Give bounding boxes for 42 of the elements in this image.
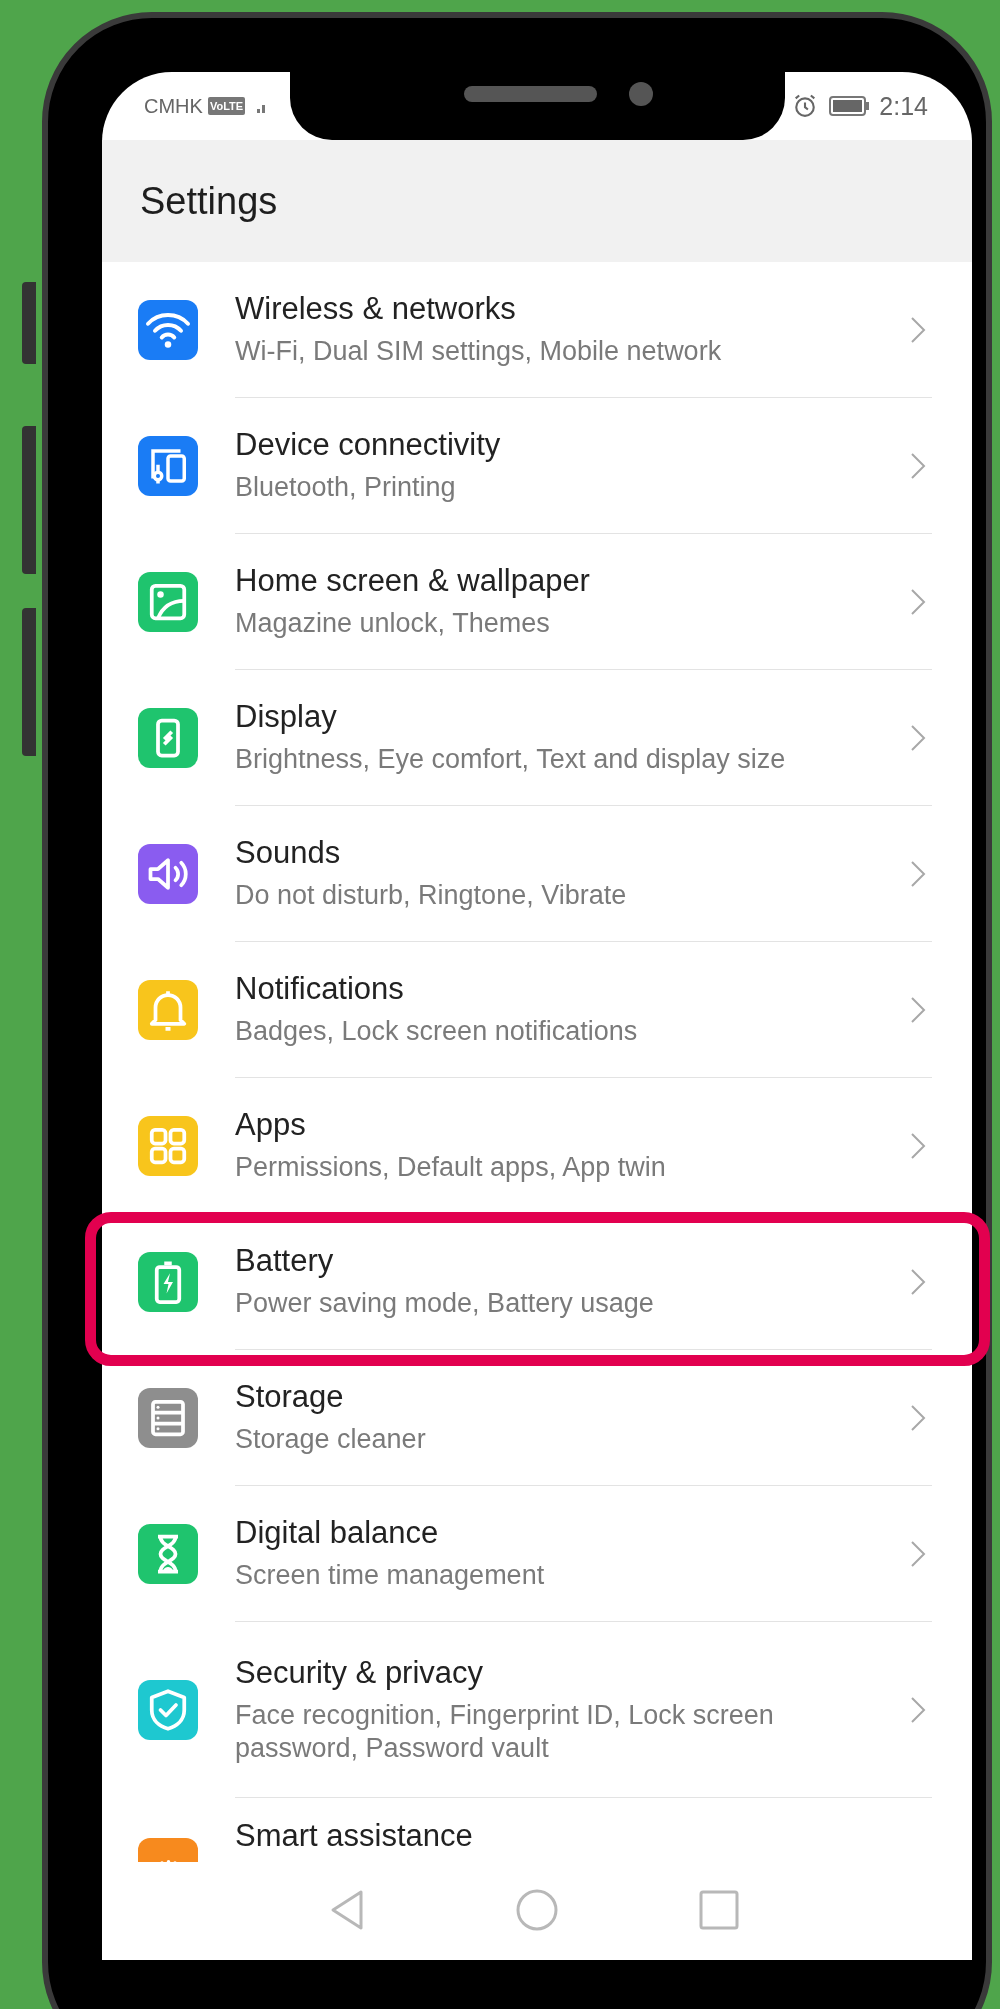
battery-icon bbox=[829, 95, 872, 117]
item-title: Display bbox=[235, 699, 338, 736]
item-title: Notifications bbox=[235, 971, 405, 1008]
item-title: Digital balance bbox=[235, 1515, 440, 1552]
chevron-icon bbox=[910, 860, 926, 888]
item-subtitle: Face recognition, Fingerprint ID, Lock screen password, Password vault bbox=[235, 1699, 775, 1764]
item-title: Home screen & wallpaper bbox=[235, 563, 591, 600]
chevron-icon bbox=[910, 452, 926, 480]
item-title: Smart assistance bbox=[235, 1818, 474, 1854]
item-title: Wireless & networks bbox=[235, 291, 517, 328]
home-icon[interactable] bbox=[515, 1888, 559, 1932]
recents-icon[interactable] bbox=[699, 1890, 739, 1930]
item-subtitle: Brightness, Eye comfort, Text and display size bbox=[235, 743, 787, 776]
chevron-icon bbox=[910, 1132, 926, 1160]
item-subtitle: Badges, Lock screen notifications bbox=[235, 1015, 639, 1048]
item-title: Sounds bbox=[235, 835, 342, 872]
clock-time: 2:14 bbox=[879, 91, 928, 121]
item-subtitle: Wi-Fi, Dual SIM settings, Mobile network bbox=[235, 335, 723, 368]
page-title: Settings bbox=[140, 179, 278, 223]
chevron-icon bbox=[910, 1540, 926, 1568]
item-subtitle: Permissions, Default apps, App twin bbox=[235, 1151, 667, 1184]
front-camera bbox=[629, 82, 653, 106]
item-subtitle: Power saving mode, Battery usage bbox=[235, 1287, 655, 1320]
chevron-icon bbox=[910, 724, 926, 752]
item-title: Apps bbox=[235, 1107, 307, 1144]
item-subtitle: Do not disturb, Ringtone, Vibrate bbox=[235, 879, 628, 912]
chevron-icon bbox=[910, 1268, 926, 1296]
item-subtitle: Screen time management bbox=[235, 1559, 546, 1592]
chevron-icon bbox=[910, 316, 926, 344]
chevron-icon bbox=[910, 588, 926, 616]
item-subtitle: Bluetooth, Printing bbox=[235, 471, 457, 504]
item-subtitle: Magazine unlock, Themes bbox=[235, 607, 551, 640]
chevron-icon bbox=[910, 996, 926, 1024]
item-title: Battery bbox=[235, 1243, 335, 1280]
item-title: Security & privacy bbox=[235, 1655, 485, 1692]
network-badge: VoLTE bbox=[207, 97, 246, 115]
item-subtitle: Storage cleaner bbox=[235, 1423, 427, 1456]
item-title: Device connectivity bbox=[235, 427, 502, 464]
item-title: Storage bbox=[235, 1379, 345, 1416]
chevron-icon bbox=[910, 1404, 926, 1432]
chevron-icon bbox=[910, 1696, 926, 1724]
carrier-label: CMHK bbox=[144, 94, 203, 118]
